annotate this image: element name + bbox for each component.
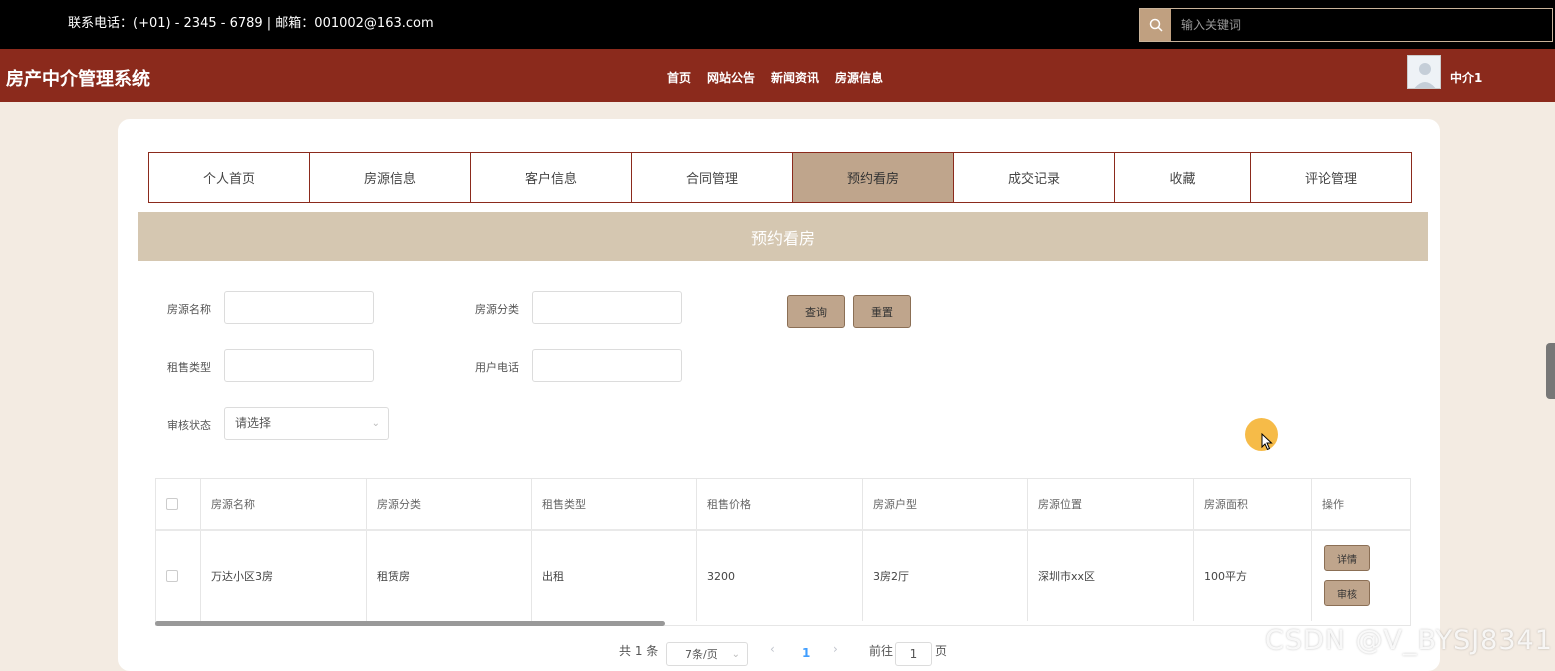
appointments-table: 房源名称 房源分类 租售类型 租售价格 房源户型 房源位置 房源面积 操作 万达… bbox=[155, 478, 1411, 626]
column-header: 房源位置 bbox=[1028, 479, 1194, 529]
column-header: 租售类型 bbox=[532, 479, 697, 529]
header-select-all-cell bbox=[156, 479, 201, 529]
filter-name-label: 房源名称 bbox=[167, 303, 211, 316]
filter-sale-type-label: 租售类型 bbox=[167, 361, 211, 374]
search-box bbox=[1139, 8, 1553, 42]
current-page[interactable]: 1 bbox=[802, 646, 810, 660]
table-cell-category: 租赁房 bbox=[367, 531, 532, 621]
query-button[interactable]: 查询 bbox=[787, 295, 845, 328]
username[interactable]: 中介1 bbox=[1450, 69, 1482, 86]
filter-phone-label: 用户电话 bbox=[475, 361, 519, 374]
row-checkbox[interactable] bbox=[166, 570, 178, 582]
table-cell-layout: 3房2厅 bbox=[863, 531, 1028, 621]
nav-link-news[interactable]: 新闻资讯 bbox=[771, 69, 819, 86]
filter-status-select[interactable]: 请选择 ⌄ bbox=[224, 407, 389, 440]
main-navbar: 房产中介管理系统 首页 网站公告 新闻资讯 房源信息 中介1 bbox=[0, 49, 1555, 102]
filter-name-input[interactable] bbox=[224, 291, 374, 324]
mouse-pointer-icon bbox=[1261, 433, 1273, 451]
watermark: CSDN @V_BYSJ8341 bbox=[1265, 625, 1553, 656]
table-cell-area: 100平方 bbox=[1194, 531, 1312, 621]
page-size-value: 7条/页 bbox=[685, 648, 718, 661]
nav-link-home[interactable]: 首页 bbox=[667, 69, 691, 86]
tab-personal-home[interactable]: 个人首页 bbox=[148, 152, 310, 203]
chevron-down-icon: ⌄ bbox=[731, 648, 740, 660]
tab-favorites[interactable]: 收藏 bbox=[1114, 152, 1251, 203]
user-avatar[interactable] bbox=[1407, 55, 1441, 89]
search-button[interactable] bbox=[1140, 9, 1171, 41]
nav-link-listings[interactable]: 房源信息 bbox=[835, 69, 883, 86]
tab-comments[interactable]: 评论管理 bbox=[1250, 152, 1412, 203]
section-title: 预约看房 bbox=[138, 212, 1428, 261]
filter-category-input[interactable] bbox=[532, 291, 682, 324]
filter-category-label: 房源分类 bbox=[475, 303, 519, 316]
brand-title: 房产中介管理系统 bbox=[6, 69, 150, 90]
table-cell-sale-type: 出租 bbox=[532, 531, 697, 621]
nav-links: 首页 网站公告 新闻资讯 房源信息 bbox=[667, 69, 883, 86]
contact-info: 联系电话：(+01) - 2345 - 6789 | 邮箱：001002@163… bbox=[68, 16, 434, 31]
pagination-total: 共 1 条 bbox=[619, 644, 659, 658]
row-select-cell bbox=[156, 531, 201, 621]
next-page-icon[interactable]: › bbox=[833, 642, 838, 656]
prev-page-icon[interactable]: ‹ bbox=[770, 642, 775, 656]
column-header: 房源户型 bbox=[863, 479, 1028, 529]
chevron-down-icon: ⌄ bbox=[371, 418, 380, 429]
nav-link-announcements[interactable]: 网站公告 bbox=[707, 69, 755, 86]
filter-phone-input[interactable] bbox=[532, 349, 682, 382]
column-header: 房源面积 bbox=[1194, 479, 1312, 529]
review-button[interactable]: 审核 bbox=[1324, 580, 1370, 606]
filter-status-placeholder: 请选择 bbox=[235, 416, 272, 430]
tab-viewing-appointments[interactable]: 预约看房 bbox=[792, 152, 954, 203]
page-suffix-label: 页 bbox=[935, 644, 948, 658]
search-input[interactable] bbox=[1171, 9, 1552, 41]
top-bar: 联系电话：(+01) - 2345 - 6789 | 邮箱：001002@163… bbox=[0, 0, 1555, 49]
table-cell-price: 3200 bbox=[697, 531, 863, 621]
avatar-icon bbox=[1408, 56, 1440, 88]
goto-page-input[interactable]: 1 bbox=[895, 642, 932, 666]
table-cell-name: 万达小区3房 bbox=[201, 531, 367, 621]
page-size-select[interactable]: 7条/页 ⌄ bbox=[666, 642, 748, 666]
tab-contracts[interactable]: 合同管理 bbox=[631, 152, 793, 203]
table-horizontal-scrollbar[interactable] bbox=[155, 621, 665, 626]
side-scroll-handle[interactable] bbox=[1546, 343, 1555, 399]
select-all-checkbox[interactable] bbox=[166, 498, 178, 510]
filter-status-label: 审核状态 bbox=[167, 419, 211, 432]
search-icon bbox=[1149, 18, 1163, 32]
tab-customers[interactable]: 客户信息 bbox=[470, 152, 632, 203]
table-cell-actions: 详情 审核 bbox=[1312, 531, 1410, 621]
column-header: 操作 bbox=[1322, 498, 1344, 511]
table-cell-location: 深圳市xx区 bbox=[1028, 531, 1194, 621]
detail-button[interactable]: 详情 bbox=[1324, 545, 1370, 571]
center-tabs: 个人首页 房源信息 客户信息 合同管理 预约看房 成交记录 收藏 评论管理 bbox=[148, 152, 1412, 203]
tab-listings[interactable]: 房源信息 bbox=[309, 152, 471, 203]
tab-transactions[interactable]: 成交记录 bbox=[953, 152, 1115, 203]
goto-label: 前往 bbox=[869, 644, 894, 658]
reset-button[interactable]: 重置 bbox=[853, 295, 911, 328]
column-header: 房源分类 bbox=[367, 479, 532, 529]
column-header: 租售价格 bbox=[697, 479, 863, 529]
column-header: 房源名称 bbox=[201, 479, 367, 529]
filter-sale-type-input[interactable] bbox=[224, 349, 374, 382]
